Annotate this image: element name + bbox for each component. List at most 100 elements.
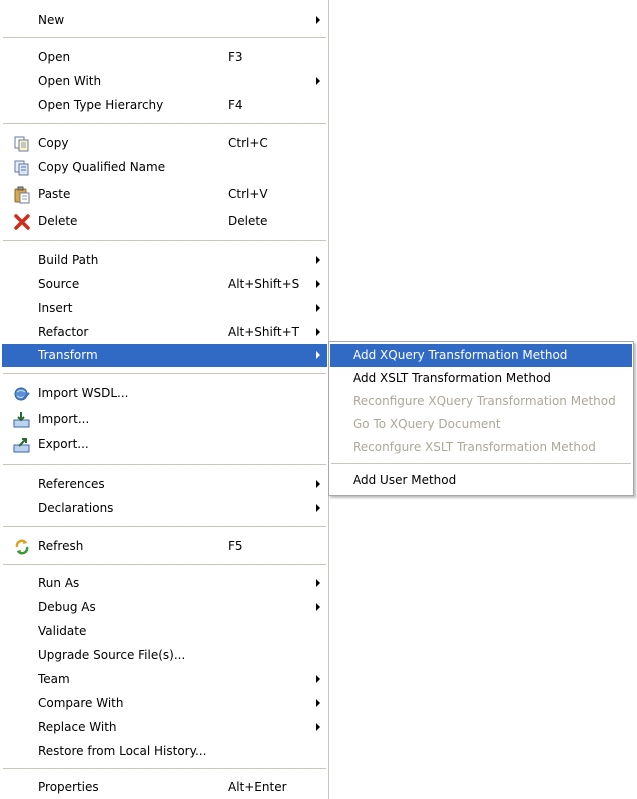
menu-item-team[interactable]: Team <box>2 668 327 691</box>
menu-item-label: Replace With <box>38 720 117 734</box>
menu-item-shortcut: Ctrl+C <box>228 136 268 150</box>
menu-item-open[interactable]: Open F3 <box>2 46 327 69</box>
menu-item-restore-history[interactable]: Restore from Local History... <box>2 740 327 763</box>
export-icon <box>13 436 31 454</box>
menu-item-label: Add XQuery Transformation Method <box>353 348 568 362</box>
menu-item-label: Go To XQuery Document <box>353 417 501 431</box>
submenu-item-reconfigure-xslt: Reconfgure XSLT Transformation Method <box>330 436 632 459</box>
submenu-item-add-xquery-transformation[interactable]: Add XQuery Transformation Method <box>330 344 632 367</box>
copy-qualified-name-icon <box>13 159 31 177</box>
menu-item-label: Debug As <box>38 600 96 614</box>
submenu-item-add-xslt-transformation[interactable]: Add XSLT Transformation Method <box>330 367 632 390</box>
menu-item-copy-qualified-name[interactable]: Copy Qualified Name <box>2 156 327 179</box>
context-menu: New Open F3 Open With Open Type Hierarch… <box>0 0 329 799</box>
menu-item-label: New <box>38 13 65 27</box>
menu-item-shortcut: F3 <box>228 50 243 64</box>
menu-item-label: Validate <box>38 624 87 638</box>
menu-item-transform[interactable]: Transform <box>2 344 327 367</box>
delete-icon <box>13 213 31 231</box>
menu-item-shortcut: F4 <box>228 98 243 112</box>
menu-item-label: References <box>38 477 105 491</box>
submenu-arrow-icon <box>316 351 320 359</box>
menu-item-label: Source <box>38 277 80 291</box>
import-icon <box>13 411 31 429</box>
menu-item-properties[interactable]: Properties Alt+Enter <box>2 776 327 799</box>
submenu-arrow-icon <box>316 579 320 587</box>
submenu-arrow-icon <box>316 480 320 488</box>
menu-item-label: Copy <box>38 136 69 150</box>
menu-item-export[interactable]: Export... <box>2 433 327 456</box>
menu-item-label: Team <box>38 672 70 686</box>
menu-item-label: Reconfigure XQuery Transformation Method <box>353 394 616 408</box>
menu-separator <box>3 526 326 527</box>
menu-item-label: Open <box>38 50 71 64</box>
menu-item-run-as[interactable]: Run As <box>2 572 327 595</box>
submenu-arrow-icon <box>316 723 320 731</box>
submenu-arrow-icon <box>316 304 320 312</box>
menu-item-label: Paste <box>38 187 71 201</box>
import-wsdl-icon <box>13 385 31 403</box>
menu-item-insert[interactable]: Insert <box>2 297 327 320</box>
menu-item-label: Export... <box>38 437 89 451</box>
menu-item-label: Reconfgure XSLT Transformation Method <box>353 440 596 454</box>
menu-item-open-with[interactable]: Open With <box>2 70 327 93</box>
menu-item-label: Insert <box>38 301 73 315</box>
submenu-arrow-icon <box>316 699 320 707</box>
menu-item-declarations[interactable]: Declarations <box>2 497 327 520</box>
menu-item-open-type-hierarchy[interactable]: Open Type Hierarchy F4 <box>2 94 327 117</box>
paste-icon <box>13 186 31 204</box>
menu-item-label: Properties <box>38 780 99 794</box>
menu-separator <box>3 123 326 124</box>
menu-item-references[interactable]: References <box>2 473 327 496</box>
menu-item-shortcut: Alt+Shift+T <box>228 325 299 339</box>
menu-item-validate[interactable]: Validate <box>2 620 327 643</box>
submenu-arrow-icon <box>316 328 320 336</box>
menu-item-label: Open Type Hierarchy <box>38 98 164 112</box>
menu-item-copy[interactable]: Copy Ctrl+C <box>2 132 327 155</box>
menu-separator <box>3 768 326 769</box>
menu-item-label: Copy Qualified Name <box>38 160 166 174</box>
menu-separator <box>3 373 326 374</box>
menu-item-paste[interactable]: Paste Ctrl+V <box>2 183 327 206</box>
menu-item-label: Import WSDL... <box>38 386 129 400</box>
submenu-arrow-icon <box>316 77 320 85</box>
menu-item-label: Import... <box>38 412 90 426</box>
submenu-arrow-icon <box>316 603 320 611</box>
submenu-arrow-icon <box>316 504 320 512</box>
menu-separator <box>3 240 326 241</box>
menu-item-delete[interactable]: Delete Delete <box>2 210 327 233</box>
menu-item-replace-with[interactable]: Replace With <box>2 716 327 739</box>
submenu-arrow-icon <box>316 675 320 683</box>
menu-item-new[interactable]: New <box>2 9 327 32</box>
menu-item-label: Restore from Local History... <box>38 744 207 758</box>
menu-item-label: Delete <box>38 214 78 228</box>
menu-item-refresh[interactable]: Refresh F5 <box>2 535 327 558</box>
menu-item-label: Refactor <box>38 325 89 339</box>
menu-item-label: Run As <box>38 576 80 590</box>
menu-item-shortcut: Alt+Enter <box>228 780 287 794</box>
submenu-arrow-icon <box>316 16 320 24</box>
menu-separator <box>3 464 326 465</box>
menu-item-label: Transform <box>38 348 98 362</box>
menu-item-debug-as[interactable]: Debug As <box>2 596 327 619</box>
menu-separator <box>3 564 326 565</box>
menu-item-source[interactable]: Source Alt+Shift+S <box>2 273 327 296</box>
menu-item-label: Upgrade Source File(s)... <box>38 648 186 662</box>
menu-item-shortcut: Delete <box>228 214 268 228</box>
menu-separator <box>331 463 631 464</box>
menu-item-shortcut: Alt+Shift+S <box>228 277 300 291</box>
submenu-item-add-user-method[interactable]: Add User Method <box>330 469 632 492</box>
menu-item-refactor[interactable]: Refactor Alt+Shift+T <box>2 321 327 344</box>
menu-item-label: Compare With <box>38 696 124 710</box>
submenu-item-reconfigure-xquery: Reconfigure XQuery Transformation Method <box>330 390 632 413</box>
menu-item-label: Declarations <box>38 501 114 515</box>
menu-item-upgrade-source[interactable]: Upgrade Source File(s)... <box>2 644 327 667</box>
menu-item-import[interactable]: Import... <box>2 408 327 431</box>
menu-item-build-path[interactable]: Build Path <box>2 249 327 272</box>
refresh-icon <box>13 538 31 556</box>
menu-item-import-wsdl[interactable]: Import WSDL... <box>2 382 327 405</box>
submenu-arrow-icon <box>316 256 320 264</box>
menu-item-compare-with[interactable]: Compare With <box>2 692 327 715</box>
menu-separator <box>3 37 326 38</box>
menu-item-shortcut: F5 <box>228 539 243 553</box>
